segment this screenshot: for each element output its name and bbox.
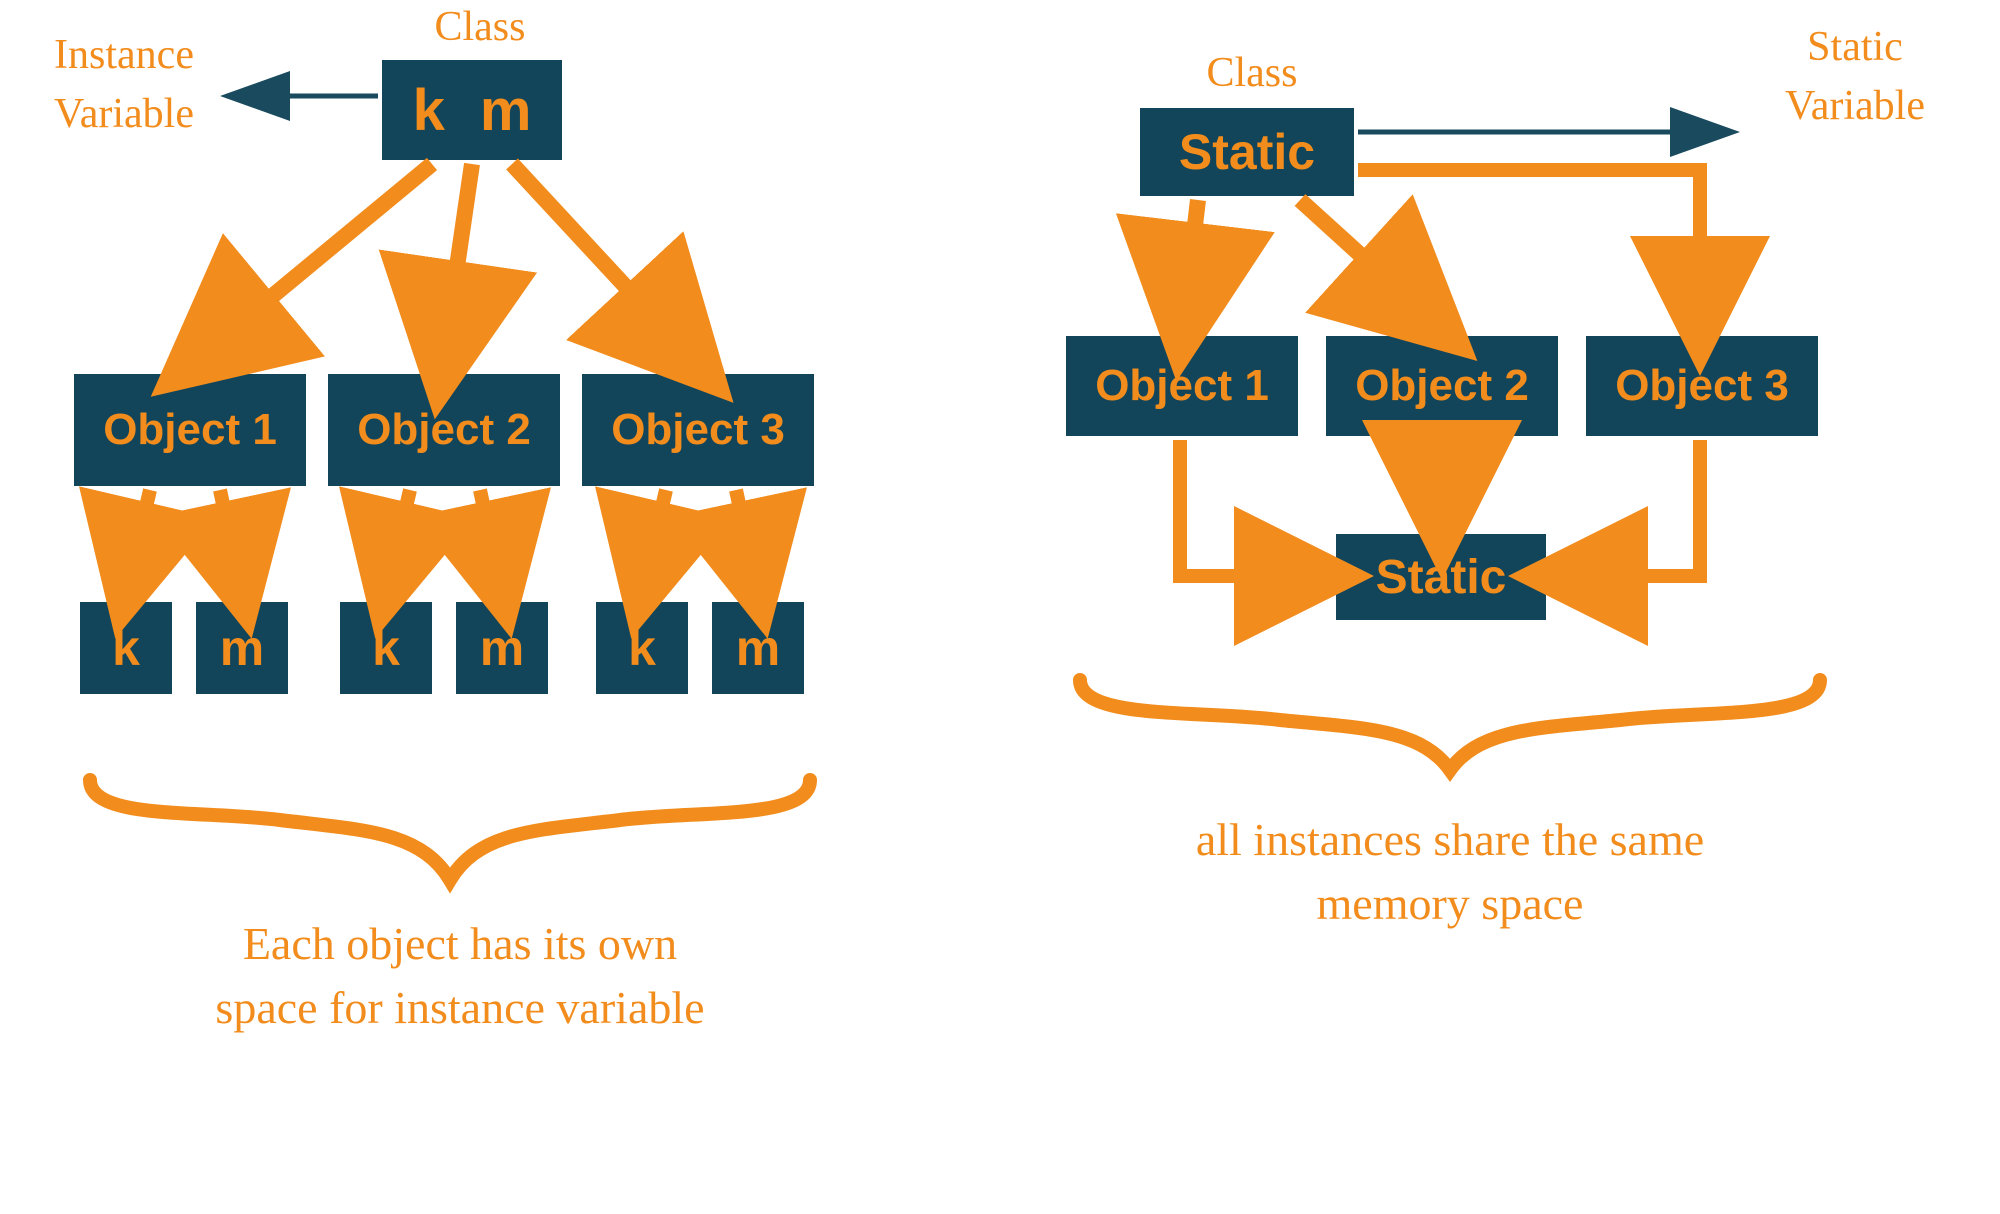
arrow-obj2-m bbox=[480, 490, 500, 584]
arrow-rclass-obj1 bbox=[1184, 200, 1198, 318]
right-object-2: Object 2 bbox=[1326, 336, 1558, 436]
right-object-3: Object 3 bbox=[1586, 336, 1818, 436]
arrow-obj2-k bbox=[388, 490, 410, 584]
class-var-k: k bbox=[413, 77, 445, 144]
left-object-1: Object 1 bbox=[74, 374, 306, 486]
arrow-class-obj2 bbox=[444, 164, 472, 356]
left-class-label: Class bbox=[380, 0, 580, 57]
left-brace bbox=[90, 780, 810, 880]
arrow-class-obj1 bbox=[200, 164, 432, 356]
left-field-1: k bbox=[80, 602, 172, 694]
right-shared-box: Static bbox=[1336, 534, 1546, 620]
arrow-rclass-obj2 bbox=[1300, 200, 1430, 318]
arrow-obj3-static bbox=[1564, 440, 1700, 576]
arrow-class-obj3 bbox=[512, 164, 690, 356]
right-class-box: Static bbox=[1140, 108, 1354, 196]
left-field-3: k bbox=[340, 602, 432, 694]
left-field-6: m bbox=[712, 602, 804, 694]
right-caption: all instances share the same memory spac… bbox=[1080, 808, 1820, 937]
arrow-rclass-obj3 bbox=[1358, 170, 1700, 320]
left-variable-label: Instance Variable bbox=[14, 26, 234, 144]
right-variable-label: Static Variable bbox=[1740, 18, 1970, 136]
left-object-2: Object 2 bbox=[328, 374, 560, 486]
left-field-5: k bbox=[596, 602, 688, 694]
right-object-1: Object 1 bbox=[1066, 336, 1298, 436]
arrow-obj1-m bbox=[220, 490, 240, 584]
right-class-label: Class bbox=[1162, 44, 1342, 103]
arrow-obj3-k bbox=[644, 490, 666, 584]
arrow-obj1-static bbox=[1180, 440, 1318, 576]
arrow-obj3-m bbox=[736, 490, 756, 584]
arrow-obj1-k bbox=[128, 490, 150, 584]
left-object-3: Object 3 bbox=[582, 374, 814, 486]
class-var-m: m bbox=[480, 77, 532, 144]
left-field-2: m bbox=[196, 602, 288, 694]
left-caption: Each object has its own space for instan… bbox=[110, 912, 810, 1041]
left-class-box: k m bbox=[382, 60, 562, 160]
left-field-4: m bbox=[456, 602, 548, 694]
right-brace bbox=[1080, 680, 1820, 770]
